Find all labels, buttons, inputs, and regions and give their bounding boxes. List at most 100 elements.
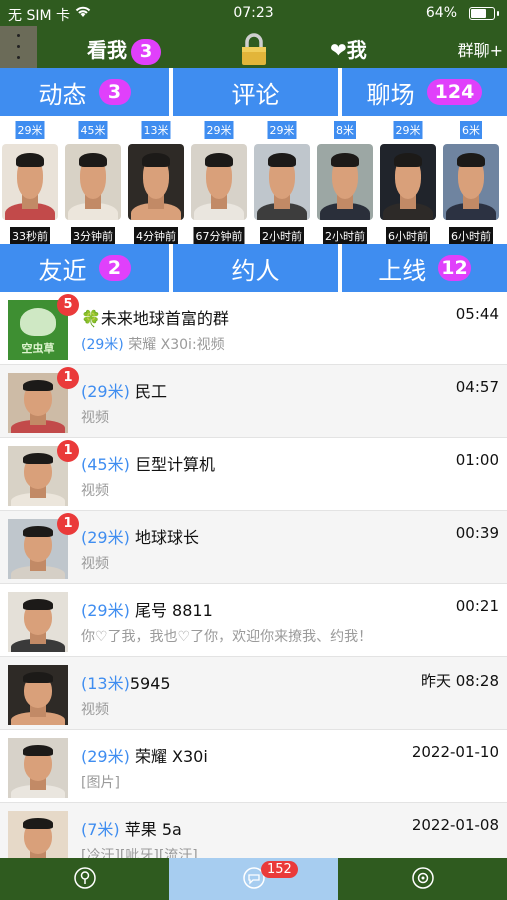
avatar [2, 144, 58, 220]
conversation-title: (13米)5945 [81, 670, 171, 694]
tab-moments-label: 动态 [38, 80, 87, 109]
conversation-title: (7米) 苹果 5a [81, 816, 182, 840]
conversation-row[interactable]: (29米) 尾号 8811 你♡了我，我也♡了你，欢迎你来撩我、约我！ 00:21 [0, 584, 507, 657]
conversation-title: (29米) 民工 [81, 378, 167, 402]
contact-name: 🍀未来地球首富的群 [81, 309, 229, 328]
nearby-person[interactable]: 45米 3分钟前 [65, 116, 121, 245]
look-me-label: 看我 [87, 38, 127, 62]
contact-name: 5945 [129, 674, 171, 693]
tab-nearby-friends[interactable]: 友近 2 [0, 244, 169, 292]
conversation-row[interactable]: 空虫草 5 🍀未来地球首富的群 (29米) 荣耀 X30i:视频 05:44 [0, 292, 507, 365]
tab-discover[interactable] [0, 858, 169, 900]
avatar [8, 592, 68, 652]
conversation-row[interactable]: (29米) 荣耀 X30i [图片] 2022-01-10 [0, 730, 507, 803]
menu-button[interactable] [0, 26, 37, 68]
group-chat-button[interactable]: 群聊+ [458, 37, 503, 61]
nearby-person[interactable]: 29米 2小时前 [254, 116, 310, 245]
last-seen-label: 2小时前 [323, 227, 367, 245]
last-message: [图片] [81, 772, 120, 792]
conversation-row[interactable]: 1 (45米) 巨型计算机 视频 01:00 [0, 438, 507, 511]
photo [8, 738, 68, 798]
photo [65, 144, 121, 220]
last-message-text: 视频 [81, 702, 109, 718]
distance-label: 29米 [393, 121, 423, 139]
message-time: 00:39 [455, 524, 499, 542]
distance-label: (29米) [81, 382, 130, 401]
nearby-person[interactable]: 6米 6小时前 [443, 116, 499, 245]
lock-icon[interactable] [240, 32, 268, 66]
photo [254, 144, 310, 220]
distance-label: (7米) [81, 820, 120, 839]
message-time: 昨天 08:28 [421, 672, 499, 690]
photo [128, 144, 184, 220]
avatar [8, 811, 68, 858]
message-time: 2022-01-10 [411, 743, 499, 761]
tab-online-badge: 12 [438, 255, 471, 281]
nearby-people-strip: 29米 33秒前 45米 3分钟前 13米 4分钟前 29米 67分钟前 29米 2小时前 8米 2小… [0, 116, 507, 245]
distance-label: (45米) [81, 455, 130, 474]
avatar [65, 144, 121, 220]
last-message: 视频 [81, 480, 109, 500]
tab-settings[interactable] [338, 858, 507, 900]
photo [317, 144, 373, 220]
last-message-text: 视频 [81, 410, 109, 426]
social-tabs: 友近 2 约人 上线 12 [0, 244, 507, 292]
distance-label: 8米 [334, 121, 356, 139]
battery-percent: 64% [425, 5, 457, 21]
tab-moments[interactable]: 动态 3 [0, 68, 169, 116]
conversation-title: (45米) 巨型计算机 [81, 451, 215, 475]
last-message-text: 你♡了我，我也♡了你，欢迎你来撩我、约我！ [81, 629, 373, 645]
conversation-title: (29米) 荣耀 X30i [81, 743, 208, 767]
nearby-person[interactable]: 29米 6小时前 [380, 116, 436, 245]
status-bar: 无 SIM 卡 07:23 64% [0, 0, 507, 26]
conversation-row[interactable]: (7米) 苹果 5a [冷汗][呲牙][流汗] 2022-01-08 [0, 803, 507, 858]
last-message-text: 视频 [81, 556, 109, 572]
nearby-person[interactable]: 29米 33秒前 [2, 116, 58, 245]
last-seen-label: 6小时前 [386, 227, 430, 245]
distance-label: 13米 [141, 121, 171, 139]
tab-chatroom-label: 聊场 [366, 80, 415, 109]
look-me-badge: 3 [131, 39, 161, 65]
last-message: (29米) 荣耀 X30i:视频 [81, 334, 225, 354]
photo [191, 144, 247, 220]
photo [8, 665, 68, 725]
conversation-row[interactable]: 1 (29米) 民工 视频 04:57 [0, 365, 507, 438]
last-seen-label: 4分钟前 [134, 227, 178, 245]
conversation-row[interactable]: (13米)5945 视频 昨天 08:28 [0, 657, 507, 730]
heart-me-button[interactable]: ❤我 [330, 34, 367, 63]
look-me-button[interactable]: 看我 3 [87, 34, 161, 65]
nearby-person[interactable]: 29米 67分钟前 [191, 116, 247, 245]
contact-name: 民工 [129, 382, 167, 401]
avatar [191, 144, 247, 220]
nearby-person[interactable]: 13米 4分钟前 [128, 116, 184, 245]
last-message-text: [图片] [81, 775, 120, 791]
message-time: 05:44 [455, 305, 499, 323]
message-time: 00:21 [455, 597, 499, 615]
conversation-title: (29米) 地球球长 [81, 524, 199, 548]
tab-chatroom[interactable]: 聊场 124 [342, 68, 507, 116]
tab-date-label: 约人 [231, 256, 280, 285]
distance-label: 6米 [460, 121, 482, 139]
conversation-row[interactable]: 1 (29米) 地球球长 视频 00:39 [0, 511, 507, 584]
photo [8, 592, 68, 652]
message-time: 2022-01-08 [411, 816, 499, 834]
conversation-list: 空虫草 5 🍀未来地球首富的群 (29米) 荣耀 X30i:视频 05:44 1 (29米)… [0, 292, 507, 858]
avatar [380, 144, 436, 220]
photo [8, 811, 68, 858]
last-seen-label: 67分钟前 [193, 227, 245, 245]
last-message-text: [冷汗][呲牙][流汗] [81, 848, 198, 858]
nearby-person[interactable]: 8米 2小时前 [317, 116, 373, 245]
distance-label: 45米 [78, 121, 108, 139]
tab-messages[interactable]: 152 [169, 858, 338, 900]
sender-distance: (29米) [81, 337, 124, 353]
photo [380, 144, 436, 220]
last-seen-label: 2小时前 [260, 227, 304, 245]
contact-name: 尾号 8811 [129, 601, 213, 620]
feature-tabs: 动态 3 评论 聊场 124 [0, 68, 507, 116]
tab-date[interactable]: 约人 [173, 244, 338, 292]
tab-online[interactable]: 上线 12 [342, 244, 507, 292]
tab-comments[interactable]: 评论 [173, 68, 338, 116]
avatar [254, 144, 310, 220]
distance-label: (29米) [81, 601, 130, 620]
distance-label: 29米 [15, 121, 45, 139]
